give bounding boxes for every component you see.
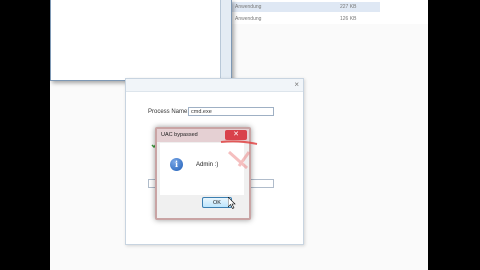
dialog-body: i Admin :) [160,143,244,195]
file-size: 227 KB [340,4,357,10]
file-size: 126 KB [340,16,357,22]
process-window-titlebar[interactable]: × [126,79,303,92]
process-name-input[interactable]: cmd.exe [188,107,274,116]
explorer-window[interactable] [50,0,232,81]
desktop: Anwendung 227 KB Anwendung 126 KB × Proc… [50,0,428,270]
explorer-content [51,0,209,78]
explorer-scrollbar[interactable] [220,0,231,80]
close-icon[interactable]: × [294,79,299,91]
close-icon: ✕ [233,131,239,138]
file-type: Anwendung [235,16,262,22]
close-button[interactable]: ✕ [225,130,247,140]
mouse-cursor-icon [228,197,236,209]
dialog-message: Admin :) [196,162,219,168]
dialog-title: UAC bypassed [161,132,198,138]
file-row[interactable]: Anwendung 126 KB [230,14,380,24]
file-type: Anwendung [235,4,262,10]
uac-dialog-titlebar[interactable]: UAC bypassed ✕ [157,129,249,142]
info-icon: i [170,158,183,171]
file-row[interactable]: Anwendung 227 KB [230,2,380,12]
explorer-file-list: Anwendung 227 KB Anwendung 126 KB [230,0,428,24]
process-name-label: Process Name: [148,109,190,115]
uac-dialog[interactable]: UAC bypassed ✕ i Admin :) OK [155,127,258,220]
